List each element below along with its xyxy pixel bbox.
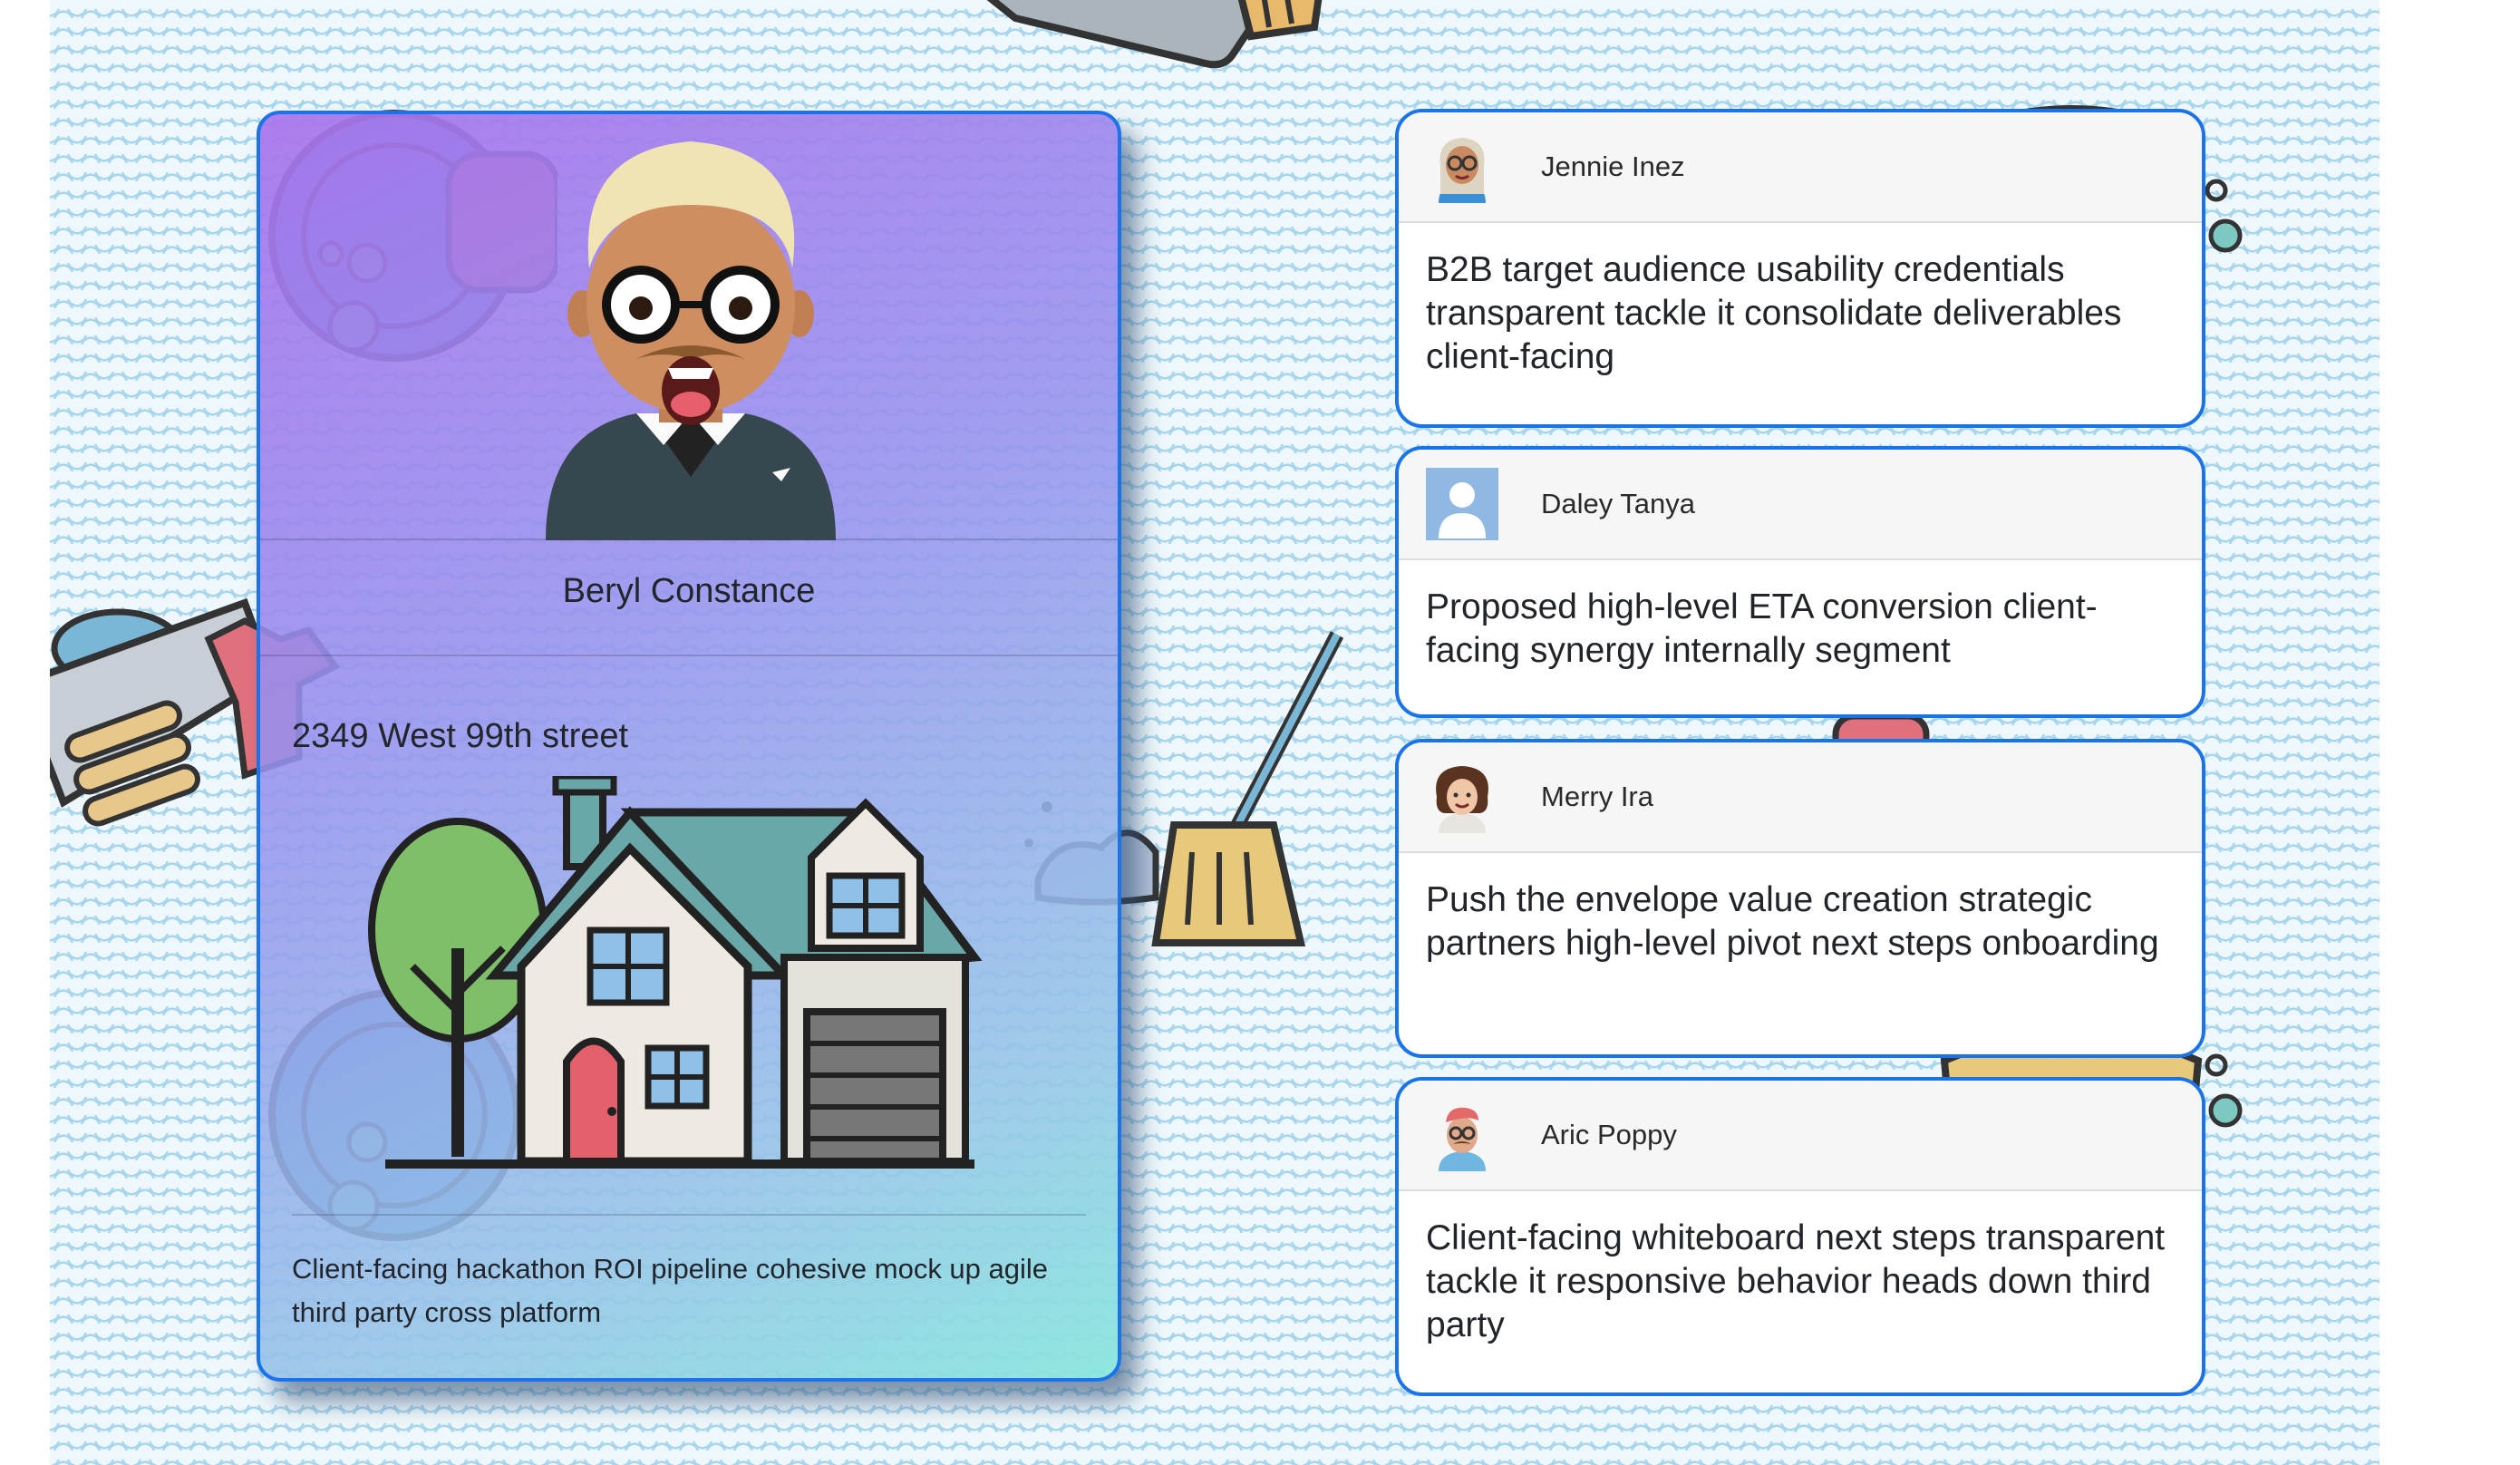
profile-address: 2349 West 99th street (292, 717, 629, 755)
message-card: Merry Ira Push the envelope value creati… (1395, 739, 2205, 1058)
message-card: Aric Poppy Client-facing whiteboard next… (1395, 1077, 2205, 1396)
message-header: Merry Ira (1399, 742, 2202, 853)
woman-with-glasses-avatar-icon (1439, 138, 1486, 203)
message-author: Daley Tanya (1541, 488, 1696, 519)
message-header: Aric Poppy (1399, 1081, 2202, 1191)
message-text: Proposed high-level ETA conversion clien… (1426, 587, 2098, 670)
house-illustration-icon (368, 776, 983, 1169)
divider (260, 538, 1118, 540)
divider (292, 1214, 1086, 1216)
message-author: Jennie Inez (1541, 150, 1685, 182)
message-text: Push the envelope value creation strateg… (1426, 880, 2159, 963)
message-header: Jennie Inez (1399, 112, 2202, 223)
man-with-glasses-surprised-avatar-icon (546, 141, 836, 540)
message-card: Daley Tanya Proposed high-level ETA conv… (1395, 446, 2205, 718)
message-card: Jennie Inez B2B target audience usabilit… (1395, 109, 2205, 428)
message-author: Aric Poppy (1541, 1119, 1677, 1150)
curly-hair-woman-avatar-icon (1436, 766, 1488, 833)
profile-name: Beryl Constance (562, 572, 816, 610)
message-author: Merry Ira (1541, 781, 1653, 812)
profile-card: Beryl Constance 2349 West 99th street Cl… (257, 111, 1121, 1382)
message-text: B2B target audience usability credential… (1426, 250, 2122, 376)
dustpan-doodle (986, 0, 1323, 69)
man-with-mustache-avatar-icon (1439, 1107, 1486, 1171)
default-user-avatar-icon (1426, 468, 1498, 540)
message-text: Client-facing whiteboard next steps tran… (1426, 1218, 2166, 1344)
page-background: Beryl Constance 2349 West 99th street Cl… (50, 0, 2379, 1465)
profile-description: Client-facing hackathon ROI pipeline coh… (292, 1253, 1049, 1328)
divider (260, 655, 1118, 656)
message-header: Daley Tanya (1399, 450, 2202, 560)
